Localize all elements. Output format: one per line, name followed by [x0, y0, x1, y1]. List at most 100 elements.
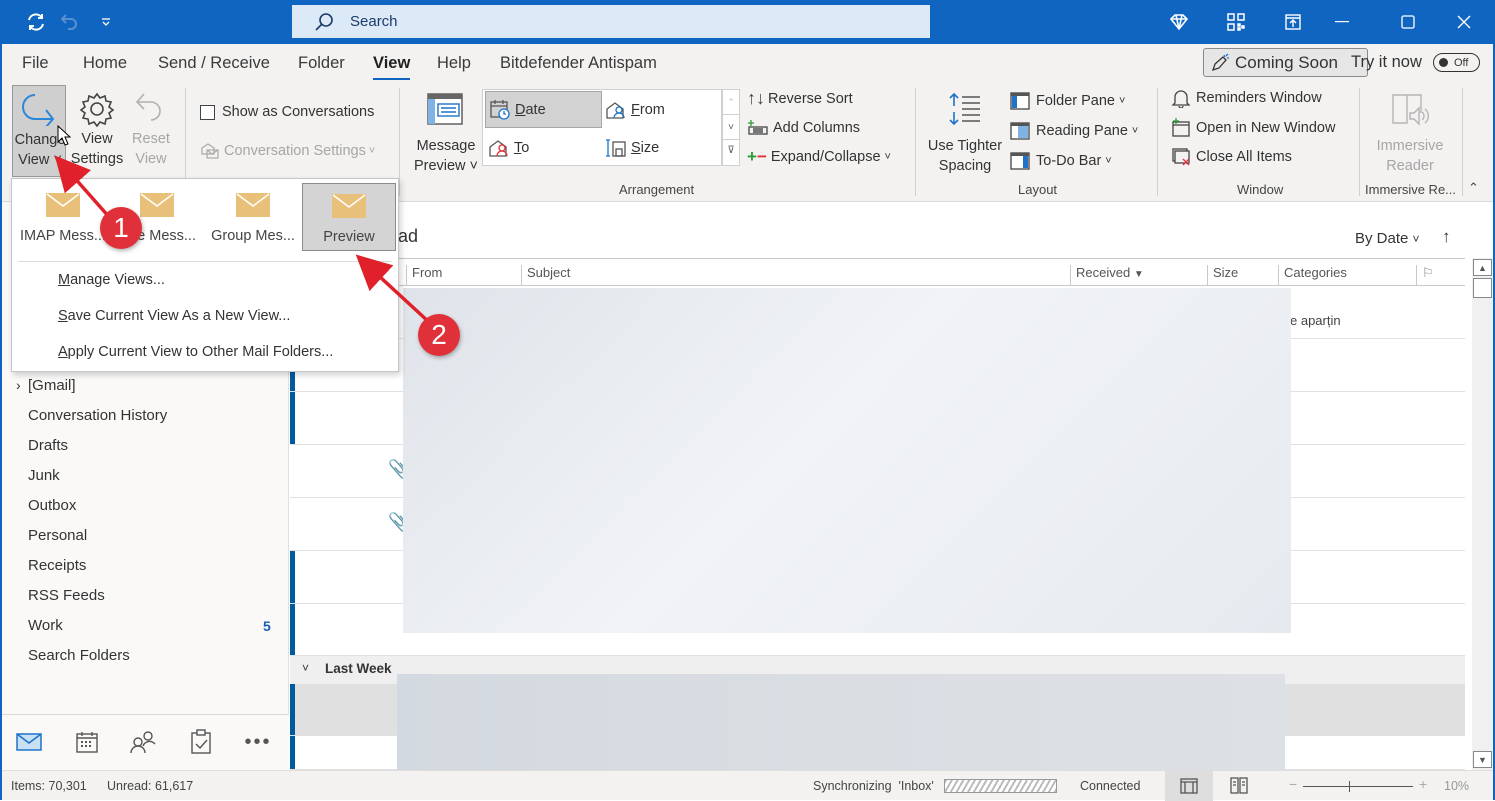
more-icon[interactable]: ••• — [243, 727, 273, 757]
mouse-cursor-icon — [57, 125, 71, 146]
zoom-in-button[interactable]: + — [1419, 776, 1427, 792]
reminders-window-button[interactable]: Reminders Window — [1171, 88, 1322, 108]
folder-search-folders[interactable]: Search Folders — [28, 647, 130, 664]
tighter-spacing-label-2: Spacing — [938, 158, 992, 174]
show-as-conversations-label: Show as Conversations — [222, 104, 375, 120]
zoom-slider[interactable] — [1303, 786, 1413, 787]
mail-list: ead By Date ˅ ↑ From Subject Received ▼ … — [290, 202, 1466, 770]
reverse-sort-button[interactable]: ↑↓ Reverse Sort — [747, 88, 853, 109]
reset-view-button[interactable]: Reset View — [126, 85, 176, 177]
column-categories[interactable]: Categories — [1278, 265, 1347, 285]
column-received[interactable]: Received ▼ — [1070, 265, 1144, 285]
folder-receipts[interactable]: Receipts — [28, 557, 86, 574]
column-size[interactable]: Size — [1207, 265, 1238, 285]
module-nav-bar: ••• — [2, 714, 289, 770]
arrangement-to-label: To — [514, 139, 530, 156]
folder-outbox[interactable]: Outbox — [28, 497, 76, 514]
normal-view-icon — [1180, 778, 1198, 794]
collapse-ribbon-button[interactable]: ⌃ — [1468, 180, 1479, 196]
try-it-now-label: Try it now — [1351, 53, 1422, 71]
column-subject[interactable]: Subject — [521, 265, 570, 285]
chevron-right-icon[interactable]: › — [16, 377, 21, 393]
tab-help[interactable]: Help — [437, 54, 471, 73]
arrangement-to[interactable]: To — [485, 129, 602, 166]
tab-bitdefender-antispam[interactable]: Bitdefender Antispam — [500, 54, 657, 73]
view-option-preview[interactable]: Preview — [302, 183, 396, 251]
folder-conversation-history[interactable]: Conversation History — [28, 407, 167, 424]
undo-icon[interactable] — [56, 8, 84, 36]
calendar-icon[interactable] — [72, 727, 102, 757]
search-input[interactable]: Search — [292, 5, 930, 38]
tab-home[interactable]: Home — [83, 54, 127, 73]
ribbon-separator — [915, 88, 916, 196]
scroll-thumb[interactable] — [1473, 278, 1492, 298]
people-icon[interactable] — [128, 727, 158, 757]
arrangement-size[interactable]: Size — [605, 129, 722, 166]
scroll-down-button[interactable]: ▼ — [1473, 751, 1492, 768]
flag-filter-icon[interactable]: ⚐ — [1416, 265, 1434, 285]
view-settings-label-1: View — [81, 131, 113, 147]
mail-list-scrollbar[interactable]: ▲ ▼ — [1472, 258, 1493, 770]
folder-junk[interactable]: Junk — [28, 467, 60, 484]
scroll-up-button[interactable]: ▲ — [1473, 259, 1492, 276]
sync-status: Synchronizing 'Inbox' — [813, 779, 934, 793]
folder-pane-button[interactable]: Folder Pane ˅ — [1010, 91, 1125, 111]
send-receive-all-icon[interactable] — [22, 8, 50, 36]
coming-soon-window-icon[interactable] — [1279, 8, 1307, 36]
normal-view-button[interactable] — [1165, 771, 1213, 801]
immersive-reader-button[interactable]: Immersive Reader — [1368, 85, 1452, 177]
view-settings-button[interactable]: View Settings — [70, 85, 124, 177]
tasks-icon[interactable] — [186, 727, 216, 757]
save-current-view-item[interactable]: Save Current View As a New View... — [58, 308, 290, 324]
change-view-icon — [22, 94, 55, 126]
column-from[interactable]: From — [406, 265, 442, 285]
minimize-button[interactable] — [1320, 6, 1364, 38]
apply-current-view-item[interactable]: Apply Current View to Other Mail Folders… — [58, 344, 333, 360]
folder-rss-feeds[interactable]: RSS Feeds — [28, 587, 105, 604]
sort-by-dropdown[interactable]: By Date ˅ — [1355, 230, 1420, 247]
arrangement-date[interactable]: Date — [485, 91, 602, 128]
coming-soon-button[interactable]: Coming Soon — [1203, 48, 1368, 77]
folder-drafts[interactable]: Drafts — [28, 437, 68, 454]
conversation-settings-button[interactable]: Conversation Settings ˅ — [200, 141, 375, 161]
arrangement-from[interactable]: From — [605, 91, 722, 128]
gallery-down-button[interactable]: ˅ — [723, 115, 739, 140]
show-as-conversations-checkbox[interactable]: Show as Conversations — [200, 102, 374, 122]
message-preview-button[interactable]: Message Preview ˅ — [411, 85, 481, 177]
tab-view[interactable]: View — [373, 54, 411, 81]
tab-folder[interactable]: Folder — [298, 54, 345, 73]
mail-icon[interactable] — [14, 727, 44, 757]
sort-direction-icon[interactable]: ↑ — [1442, 227, 1451, 247]
close-all-items-icon — [1172, 148, 1190, 166]
zoom-out-button[interactable]: − — [1289, 776, 1297, 792]
close-button[interactable] — [1442, 6, 1486, 38]
maximize-button[interactable] — [1386, 6, 1430, 38]
tab-send-receive[interactable]: Send / Receive — [158, 54, 270, 73]
manage-views-item[interactable]: Manage Views... — [58, 272, 165, 288]
reset-view-icon — [135, 93, 161, 121]
reading-view-button[interactable] — [1230, 777, 1248, 800]
try-it-now-toggle[interactable]: Off — [1433, 53, 1480, 72]
add-columns-button[interactable]: Add Columns — [747, 118, 860, 138]
folder-gmail[interactable]: [Gmail] — [28, 377, 76, 394]
qr-code-icon[interactable] — [1222, 8, 1250, 36]
megaphone-icon — [1211, 53, 1229, 71]
gallery-up-button[interactable]: ⌃ — [723, 90, 739, 115]
view-option-imap-messages[interactable]: IMAP Mess... — [16, 183, 110, 251]
open-in-new-window-button[interactable]: Open in New Window — [1171, 118, 1335, 138]
tab-file[interactable]: File — [22, 54, 49, 73]
reading-pane-button[interactable]: Reading Pane ˅ — [1010, 121, 1138, 141]
premium-diamond-icon[interactable] — [1165, 8, 1193, 36]
expand-collapse-button[interactable]: + − Expand/Collapse ˅ — [747, 147, 891, 167]
checkbox-box — [200, 104, 215, 120]
close-all-items-button[interactable]: Close All Items — [1171, 147, 1292, 167]
zoom-slider-thumb[interactable] — [1349, 781, 1350, 792]
folder-work[interactable]: Work — [28, 617, 63, 634]
gallery-more-button[interactable]: ⊽ — [723, 140, 739, 165]
todo-bar-button[interactable]: To-Do Bar ˅ — [1010, 151, 1112, 171]
customize-qat-icon[interactable] — [92, 8, 120, 36]
folder-personal[interactable]: Personal — [28, 527, 87, 544]
envelope-icon — [236, 193, 270, 217]
view-option-group-messages[interactable]: Group Mes... — [206, 183, 300, 251]
use-tighter-spacing-button[interactable]: Use Tighter Spacing — [923, 85, 1007, 177]
